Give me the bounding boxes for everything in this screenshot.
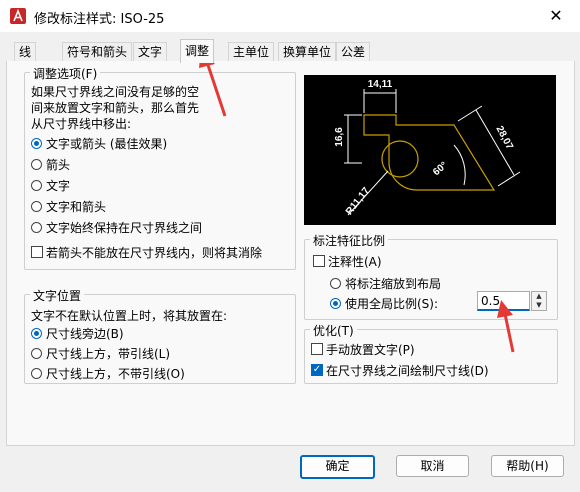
radio-text-or-arrows[interactable] [31, 138, 42, 149]
scale-legend: 标注特征比例 [310, 232, 389, 249]
place-text-manually-checkbox[interactable] [311, 343, 323, 355]
preview-dim-angle: 60° [431, 160, 450, 178]
preview-dim-right: 28,07 [493, 124, 515, 152]
tab-alternate-units[interactable]: 换算单位 [278, 42, 337, 62]
ok-button[interactable]: 确定 [300, 455, 375, 479]
draw-dim-line-between-checkbox[interactable]: ✓ [311, 364, 323, 376]
autocad-logo-icon [10, 8, 26, 24]
radio-beside-dim-line[interactable] [31, 328, 42, 339]
radio-label: 尺寸线上方，不带引线(O) [46, 367, 185, 381]
radio-use-overall-scale[interactable] [330, 298, 341, 309]
fine-tuning-legend: 优化(T) [310, 322, 357, 339]
tab-fit[interactable]: 调整 [180, 39, 215, 63]
radio-scale-to-layout[interactable] [330, 278, 341, 289]
preview-dim-left: 16,6 [334, 127, 345, 147]
cancel-button[interactable]: 取消 [396, 455, 469, 477]
checkbox-label: 若箭头不能放在尺寸界线内，则将其消除 [46, 246, 263, 260]
text-placement-legend: 文字位置 [30, 287, 85, 304]
tab-text[interactable]: 文字 [133, 42, 168, 62]
radio-label: 将标注缩放到布局 [345, 277, 442, 291]
radio-over-with-leader[interactable] [31, 348, 42, 359]
spin-up-icon[interactable]: ▲ [532, 292, 546, 301]
radio-over-without-leader[interactable] [31, 368, 42, 379]
radio-label: 尺寸线旁边(B) [46, 327, 124, 341]
radio-text[interactable] [31, 180, 42, 191]
checkbox-label: 手动放置文字(P) [326, 343, 415, 357]
fit-options-description-line: 从尺寸界线中移出: [31, 117, 132, 131]
radio-label: 文字和箭头 [46, 200, 107, 214]
radio-label: 箭头 [46, 158, 71, 172]
radio-label: 文字或箭头 (最佳效果) [46, 137, 168, 151]
tab-symbols-arrows[interactable]: 符号和箭头 [62, 42, 133, 62]
text-placement-description: 文字不在默认位置上时，将其放置在: [31, 309, 228, 323]
preview-dim-radius: R11,17 [344, 185, 372, 217]
radio-text-always-between[interactable] [31, 222, 42, 233]
radio-text-and-arrows[interactable] [31, 201, 42, 212]
help-button[interactable]: 帮助(H) [491, 455, 564, 477]
close-icon[interactable]: ✕ [546, 6, 566, 26]
fit-options-description-line: 如果尺寸界线之间没有足够的空 [31, 85, 200, 99]
preview-dim-top: 14,11 [368, 79, 393, 90]
fit-options-description-line: 间来放置文字和箭头，那么首先 [31, 101, 200, 115]
radio-label: 使用全局比例(S): [345, 297, 439, 311]
window-title: 修改标注样式: ISO-25 [34, 12, 165, 27]
radio-arrows[interactable] [31, 159, 42, 170]
checkbox-label: 在尺寸界线之间绘制尺寸线(D) [326, 364, 489, 378]
checkbox-label: 注释性(A) [328, 255, 382, 269]
radio-label: 尺寸线上方，带引线(L) [46, 347, 171, 361]
fit-options-legend: 调整选项(F) [30, 65, 101, 82]
overall-scale-spinner[interactable]: ▲ ▼ [531, 291, 547, 311]
annotation-arrow-scale [497, 300, 515, 353]
radio-label: 文字始终保持在尺寸界线之间 [46, 221, 203, 235]
suppress-arrows-checkbox[interactable] [31, 246, 43, 258]
tab-tolerances[interactable]: 公差 [336, 42, 371, 62]
annotative-checkbox[interactable] [313, 255, 325, 267]
radio-label: 文字 [46, 179, 71, 193]
dimension-preview: 14,11 16,6 28,07 60° R11,17 [304, 75, 556, 225]
spin-down-icon[interactable]: ▼ [532, 301, 546, 310]
tab-lines[interactable]: 线 [14, 42, 37, 62]
